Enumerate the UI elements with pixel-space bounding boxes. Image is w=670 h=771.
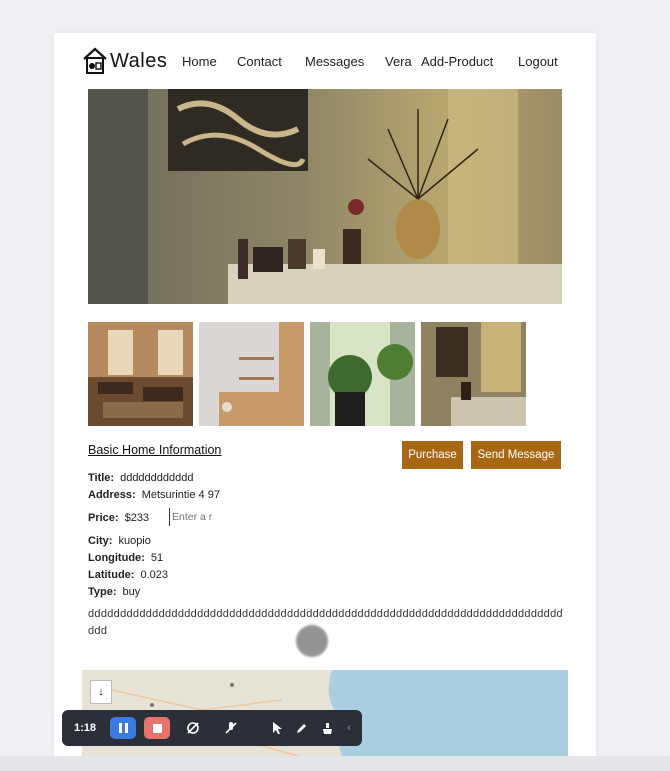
type-label: Type: — [88, 586, 117, 598]
address-label: Address: — [88, 489, 136, 501]
price-value: $233 — [124, 512, 150, 524]
mic-toggle[interactable] — [220, 717, 242, 739]
latitude-label: Latitude: — [88, 569, 135, 581]
main-property-image[interactable] — [88, 89, 562, 304]
address-value: Metsurintie 4 97 — [141, 489, 220, 501]
camera-off-icon — [187, 722, 199, 734]
thumbnail-image[interactable] — [421, 322, 526, 426]
type-row: Type: buy — [88, 586, 140, 598]
city-row: City: kuopio — [88, 535, 151, 547]
recording-timer: 1:18 — [74, 722, 97, 734]
brand-name: Wales — [110, 49, 168, 72]
stop-button[interactable] — [144, 717, 170, 739]
house-icon — [83, 47, 107, 74]
collapse-toolbar[interactable]: ‹ — [342, 717, 356, 739]
nav-home[interactable]: Home — [182, 54, 217, 69]
address-row: Address: Metsurintie 4 97 — [88, 489, 220, 501]
basic-info-heading[interactable]: Basic Home Information — [88, 443, 221, 457]
nav-vera[interactable]: Vera — [385, 54, 412, 69]
top-nav: Wales Home Contact Messages Vera Add-Pro… — [82, 45, 566, 77]
title-row: Title: dddddddddddd — [88, 472, 194, 484]
chevron-left-icon: ‹ — [347, 722, 351, 734]
stop-icon — [152, 723, 162, 733]
highlighter-icon — [322, 722, 332, 734]
map-zoom-control[interactable]: ↓ — [90, 680, 112, 704]
thumbnail-image[interactable] — [88, 322, 193, 426]
mic-off-icon — [225, 722, 237, 734]
brand-logo[interactable]: Wales — [82, 46, 167, 76]
longitude-value: 51 — [150, 552, 164, 564]
highlighter-tool[interactable] — [316, 717, 338, 739]
price-row: Price: $233 — [88, 512, 149, 524]
price-input[interactable] — [169, 508, 252, 526]
latitude-value: 0.023 — [140, 569, 168, 581]
pointer-tool[interactable] — [267, 717, 289, 739]
screen-recorder-toolbar: 1:18 ‹ — [62, 710, 362, 746]
thumbnail-image[interactable] — [310, 322, 415, 426]
cursor-highlight — [296, 625, 328, 657]
pause-icon — [118, 723, 128, 733]
nav-add-product[interactable]: Add-Product — [421, 54, 493, 69]
price-label: Price: — [88, 512, 119, 524]
send-message-button[interactable]: Send Message — [471, 441, 561, 469]
arrow-down-icon: ↓ — [98, 686, 104, 698]
nav-contact[interactable]: Contact — [237, 54, 282, 69]
pen-tool[interactable] — [290, 717, 312, 739]
nav-logout[interactable]: Logout — [518, 54, 558, 69]
longitude-row: Longitude: 51 — [88, 552, 163, 564]
latitude-row: Latitude: 0.023 — [88, 569, 168, 581]
nav-messages[interactable]: Messages — [305, 54, 364, 69]
pointer-icon — [273, 722, 282, 734]
purchase-button[interactable]: Purchase — [402, 441, 463, 469]
city-value: kuopio — [118, 535, 151, 547]
pen-icon — [296, 723, 306, 733]
city-label: City: — [88, 535, 113, 547]
thumbnail-image[interactable] — [199, 322, 304, 426]
title-value: dddddddddddd — [120, 472, 194, 484]
property-page: Wales Home Contact Messages Vera Add-Pro… — [54, 33, 596, 758]
camera-toggle[interactable] — [182, 717, 204, 739]
type-value: buy — [122, 586, 141, 598]
title-label: Title: — [88, 472, 115, 484]
bottom-strip — [0, 756, 670, 771]
longitude-label: Longitude: — [88, 552, 145, 564]
pause-button[interactable] — [110, 717, 136, 739]
